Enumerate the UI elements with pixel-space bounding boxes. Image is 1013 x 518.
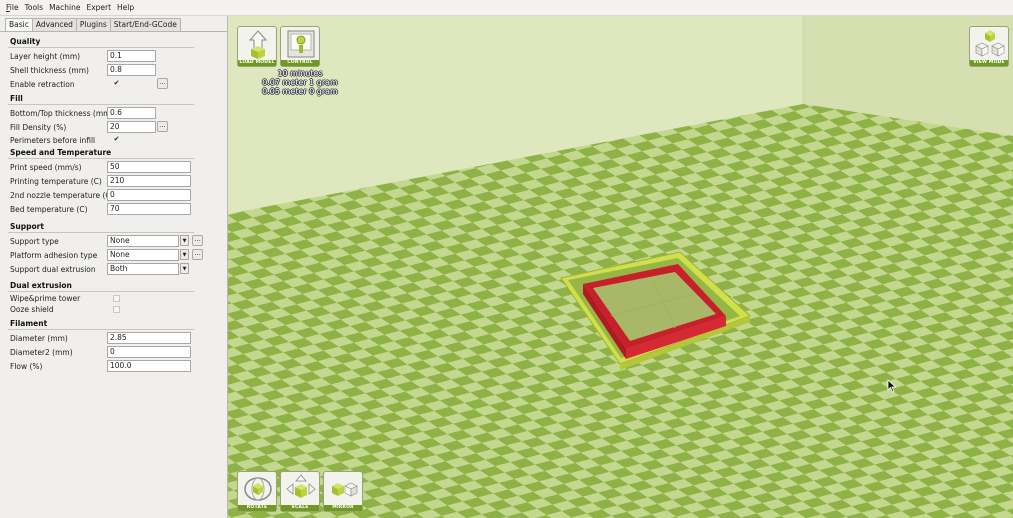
tab-basic[interactable]: Basic [5,18,33,32]
menu-file[interactable]: File [6,3,19,12]
rotate-button[interactable]: ROTATE [237,471,277,512]
view-mode-button[interactable]: VIEW MODE [969,26,1009,67]
enable-retraction-checkbox[interactable]: ✔ [112,79,121,88]
support-type-label: Support type [10,237,59,246]
enable-retraction-label: Enable retraction [10,80,75,89]
print-speed-field[interactable]: 50 [107,161,191,173]
scale-button[interactable]: SCALE [280,471,320,512]
support-dual-dropdown-icon[interactable]: ▼ [180,263,189,274]
ooze-shield-checkbox[interactable] [113,306,120,313]
support-type-dropdown-icon[interactable]: ▼ [180,235,189,246]
section-divider [8,47,194,48]
print-time: 10 minutes [277,69,323,78]
3d-viewport[interactable]: LOAD MODEL CONTROL 10 minutes 0.07 meter… [228,16,1013,518]
support-type-select[interactable]: None [107,235,179,247]
platform-adhesion-dropdown-icon[interactable]: ▼ [180,249,189,260]
print-speed-label: Print speed (mm/s) [10,163,82,172]
section-dual-title: Dual extrusion [10,281,72,290]
menu-tools[interactable]: Tools [25,3,43,12]
perimeters-before-infill-checkbox[interactable]: ✔ [112,135,121,144]
section-support-title: Support [10,222,44,231]
section-speed-title: Speed and Temperature [10,148,112,157]
control-icon [287,30,315,58]
flow-label: Flow (%) [10,362,43,371]
adhesion-settings-button[interactable]: ... [192,249,203,260]
support-settings-button[interactable]: ... [192,235,203,246]
fill-settings-button[interactable]: ... [157,121,168,132]
settings-form: Quality Layer height (mm) 0.1 Shell thic… [0,31,227,372]
shell-thickness-field[interactable]: 0.8 [107,64,156,76]
menu-bar: File Tools Machine Expert Help [0,0,1013,16]
section-filament-title: Filament [10,319,48,328]
material-usage-1: 0.07 meter 1 gram [262,78,338,87]
menu-expert[interactable]: Expert [86,3,111,12]
nozzle2-temperature-label: 2nd nozzle temperature (C) [10,191,114,200]
diameter2-field[interactable]: 0 [107,346,191,358]
diameter2-label: Diameter2 (mm) [10,348,73,357]
menu-file-label: ile [9,3,19,12]
view-mode-caption: VIEW MODE [970,60,1008,66]
nozzle2-temperature-field[interactable]: 0 [107,189,191,201]
bottom-top-thickness-label: Bottom/Top thickness (mm) [10,109,114,118]
support-dual-label: Support dual extrusion [10,265,96,274]
fill-density-label: Fill Density (%) [10,123,67,132]
layer-height-field[interactable]: 0.1 [107,50,156,62]
tab-start-end-gcode[interactable]: Start/End-GCode [109,18,181,31]
section-divider [8,158,194,159]
layer-height-label: Layer height (mm) [10,52,81,61]
section-quality-title: Quality [10,37,41,46]
wipe-prime-label: Wipe&prime tower [10,294,81,303]
load-model-caption: LOAD MODEL [238,60,276,66]
printing-temperature-label: Printing temperature (C) [10,177,102,186]
menu-machine[interactable]: Machine [49,3,80,12]
perimeters-before-infill-label: Perimeters before infill [10,136,96,145]
control-button[interactable]: CONTROL [280,26,320,67]
settings-tabs: Basic Advanced Plugins Start/End-GCode [5,18,181,32]
mirror-caption: MIRROR [324,505,362,511]
mouse-cursor-icon [887,379,897,393]
bed-temperature-label: Bed temperature (C) [10,205,88,214]
support-dual-select[interactable]: Both [107,263,179,275]
tab-advanced[interactable]: Advanced [31,18,77,31]
load-model-button[interactable]: LOAD MODEL [237,26,277,67]
control-caption: CONTROL [281,60,319,66]
shell-thickness-label: Shell thickness (mm) [10,66,89,75]
printing-temperature-field[interactable]: 210 [107,175,191,187]
diameter-label: Diameter (mm) [10,334,68,343]
ooze-shield-label: Ooze shield [10,305,54,314]
platform-adhesion-label: Platform adhesion type [10,251,98,260]
diameter-field[interactable]: 2.85 [107,332,191,344]
material-usage-2: 0.05 meter 0 gram [262,87,338,96]
flow-field[interactable]: 100.0 [107,360,191,372]
rotate-caption: ROTATE [238,505,276,511]
tab-plugins[interactable]: Plugins [75,18,111,31]
section-divider [8,232,194,233]
load-model-icon [248,30,268,59]
wipe-prime-checkbox[interactable] [113,295,120,302]
retraction-settings-button[interactable]: ... [157,78,168,89]
menu-help[interactable]: Help [117,3,134,12]
fill-density-field[interactable]: 20 [107,121,156,133]
platform-adhesion-select[interactable]: None [107,249,179,261]
section-fill-title: Fill [10,94,23,103]
section-divider [8,291,194,292]
rotate-icon [244,477,272,501]
mirror-icon [332,482,358,497]
settings-panel: Basic Advanced Plugins Start/End-GCode Q… [0,16,228,518]
section-divider [8,329,194,330]
bottom-top-thickness-field[interactable]: 0.6 [107,107,156,119]
view-mode-icon [975,30,1005,57]
section-divider [8,104,194,105]
scale-caption: SCALE [281,505,319,511]
scale-icon [286,474,316,498]
mirror-button[interactable]: MIRROR [323,471,363,512]
bed-temperature-field[interactable]: 70 [107,203,191,215]
